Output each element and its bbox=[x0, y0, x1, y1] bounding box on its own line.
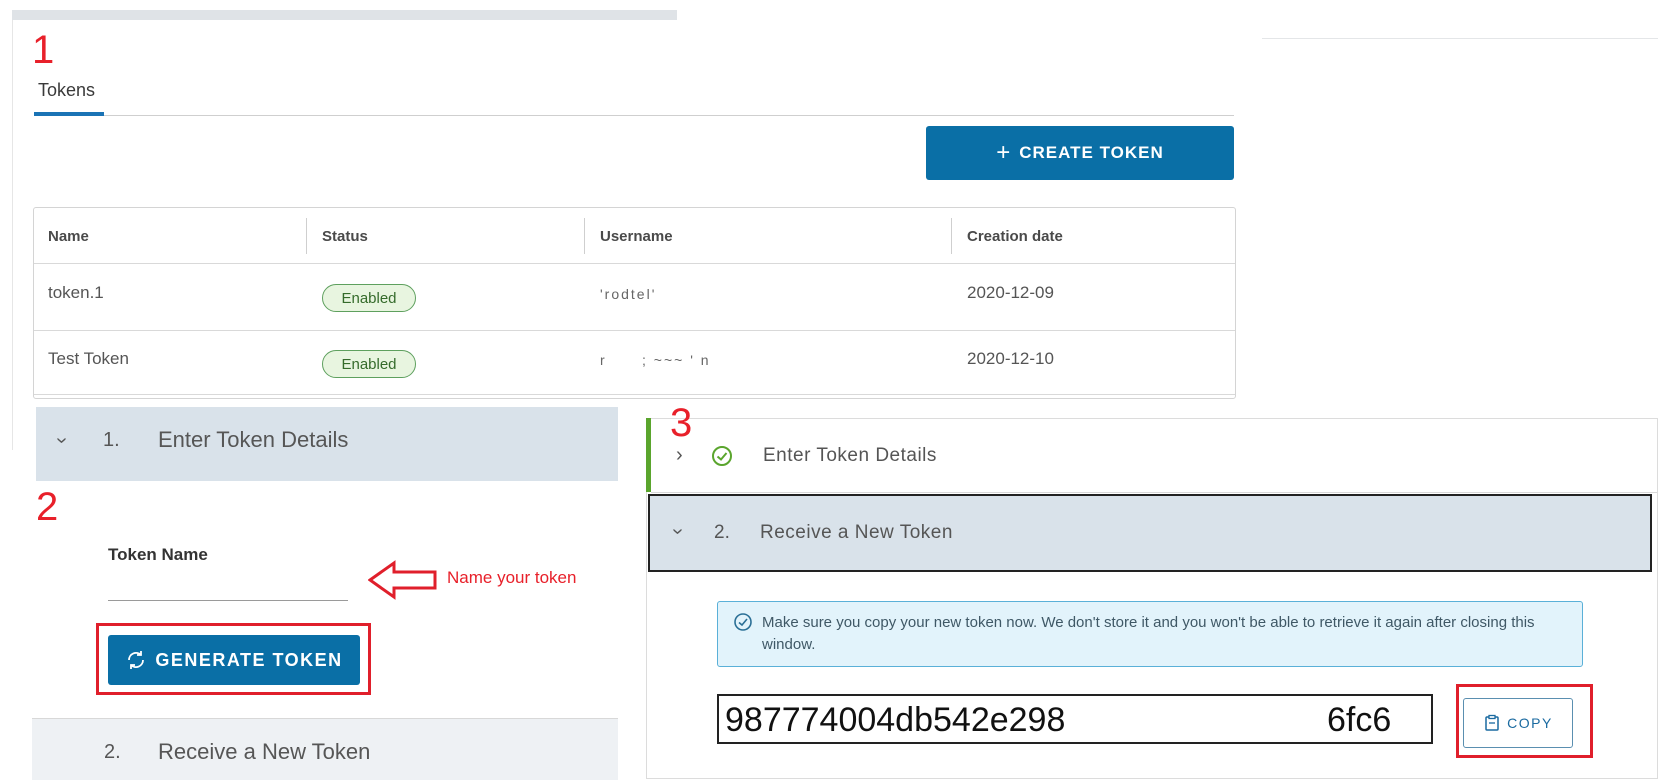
clipboard-icon bbox=[1485, 714, 1499, 731]
divider-line bbox=[12, 20, 13, 450]
table-cell-creation-date: 2020-12-10 bbox=[967, 349, 1054, 368]
column-header-status[interactable]: Status bbox=[322, 228, 368, 245]
generate-token-button[interactable]: GENERATE TOKEN bbox=[108, 635, 360, 685]
table-cell-creation-date: 2020-12-09 bbox=[967, 283, 1054, 302]
chevron-right-icon: › bbox=[676, 444, 683, 466]
step-1-header[interactable]: › 1. Enter Token Details bbox=[36, 407, 618, 481]
check-circle-icon bbox=[712, 446, 732, 466]
column-resize-handle[interactable] bbox=[584, 218, 585, 254]
top-strip bbox=[12, 10, 677, 20]
create-token-label: CREATE TOKEN bbox=[1019, 143, 1164, 162]
info-check-icon bbox=[734, 613, 752, 631]
step-2-header[interactable]: › 2. Receive a New Token bbox=[648, 494, 1652, 572]
generate-token-label: GENERATE TOKEN bbox=[155, 649, 343, 670]
step-2-title: Receive a New Token bbox=[760, 522, 953, 543]
step-complete-indicator bbox=[646, 418, 651, 492]
token-name-input[interactable] bbox=[108, 578, 348, 601]
create-token-button[interactable]: + CREATE TOKEN bbox=[926, 126, 1234, 180]
row-divider bbox=[34, 330, 1235, 331]
tab-tokens[interactable]: Tokens bbox=[38, 80, 95, 101]
column-resize-handle[interactable] bbox=[951, 218, 952, 254]
token-name-label: Token Name bbox=[108, 545, 208, 564]
step-1-number: 1. bbox=[103, 429, 120, 451]
tokens-table: Name Status Username Creation date token… bbox=[33, 207, 1236, 399]
tab-active-indicator bbox=[34, 112, 104, 116]
info-message: Make sure you copy your new token now. W… bbox=[762, 614, 1535, 653]
step-number-2: 2 bbox=[36, 485, 59, 529]
copy-button[interactable]: COPY bbox=[1463, 698, 1573, 748]
token-output-field[interactable]: 987774004db542e298 6fc6 bbox=[717, 694, 1433, 744]
column-header-creation-date[interactable]: Creation date bbox=[967, 228, 1063, 245]
table-cell-username: 'rodtel' bbox=[600, 286, 657, 302]
divider-line bbox=[1262, 38, 1658, 39]
chevron-down-icon: › bbox=[50, 437, 73, 444]
column-header-name[interactable]: Name bbox=[48, 228, 89, 245]
status-badge: Enabled bbox=[322, 350, 416, 378]
step-2-number: 2. bbox=[714, 522, 730, 543]
table-cell-name: token.1 bbox=[48, 283, 104, 302]
token-value-start: 987774004db542e298 bbox=[725, 701, 1066, 739]
column-resize-handle[interactable] bbox=[306, 218, 307, 254]
token-value-end: 6fc6 bbox=[1327, 701, 1392, 739]
column-header-username[interactable]: Username bbox=[600, 228, 673, 245]
step-number-1: 1 bbox=[32, 28, 55, 72]
annotation-label: Name your token bbox=[447, 568, 577, 587]
table-cell-name: Test Token bbox=[48, 349, 129, 368]
copy-label: COPY bbox=[1507, 715, 1553, 731]
chevron-down-icon: › bbox=[666, 528, 689, 535]
step-2-title: Receive a New Token bbox=[158, 739, 371, 764]
step-2-header[interactable]: 2. Receive a New Token bbox=[32, 718, 618, 780]
plus-icon: + bbox=[996, 139, 1012, 166]
arrow-left-icon bbox=[368, 560, 437, 600]
status-badge: Enabled bbox=[322, 284, 416, 312]
row-divider bbox=[34, 394, 1235, 395]
tab-divider bbox=[34, 115, 1234, 116]
row-divider bbox=[34, 263, 1235, 264]
step-2-number: 2. bbox=[104, 741, 121, 763]
refresh-icon bbox=[128, 651, 145, 669]
step-1-title: Enter Token Details bbox=[158, 427, 349, 452]
step-1-header[interactable]: › Enter Token Details bbox=[651, 418, 1657, 493]
table-cell-username: r ; ~~~ ' n bbox=[600, 352, 711, 368]
step-1-title: Enter Token Details bbox=[763, 445, 937, 466]
